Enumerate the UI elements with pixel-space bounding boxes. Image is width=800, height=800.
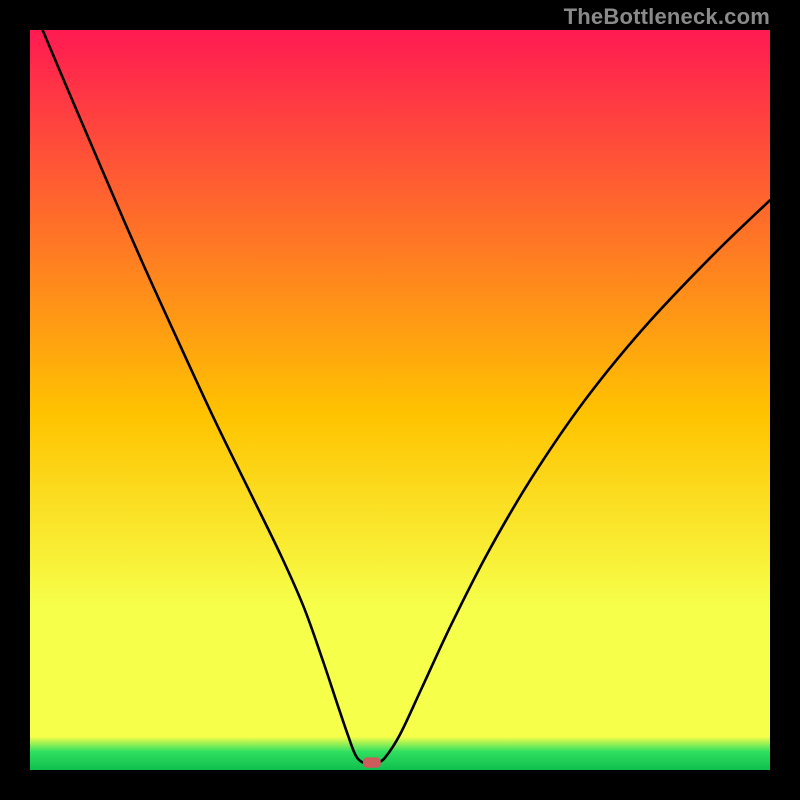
chart-svg — [30, 30, 770, 770]
chart-frame: TheBottleneck.com — [0, 0, 800, 800]
watermark-text: TheBottleneck.com — [564, 4, 770, 30]
gradient-background — [30, 30, 770, 770]
optimal-marker — [363, 757, 381, 767]
plot-area — [30, 30, 770, 770]
